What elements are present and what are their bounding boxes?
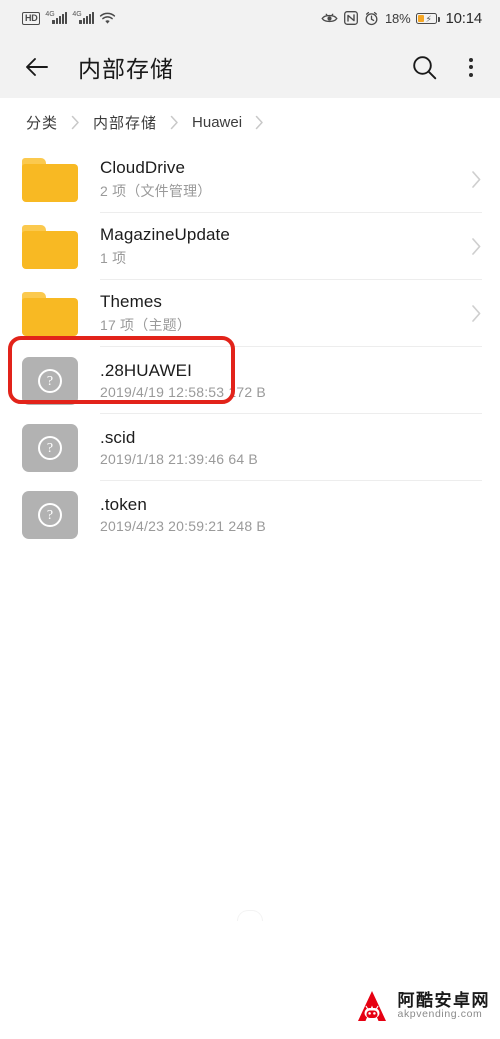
list-item-meta: 2019/4/19 12:58:53 172 B: [100, 384, 266, 400]
signal-sim1-icon: 4G: [45, 11, 68, 24]
unknown-file-icon: ?: [22, 490, 78, 539]
list-item-text: .token 2019/4/23 20:59:21 248 B: [100, 495, 266, 534]
battery-icon: ⚡: [416, 12, 440, 24]
breadcrumb-item-0[interactable]: 分类: [24, 112, 60, 133]
hd-icon: HD: [22, 11, 41, 25]
folder-icon: [22, 291, 78, 336]
list-item-meta: 17 项（主题）: [100, 317, 192, 333]
list-item-text: .28HUAWEI 2019/4/19 12:58:53 172 B: [100, 361, 266, 400]
list-item[interactable]: ? .token 2019/4/23 20:59:21 248 B: [0, 481, 500, 548]
list-item-meta: 1 项: [100, 250, 127, 266]
navigation-hint: [0, 910, 500, 921]
overflow-menu-icon[interactable]: [464, 54, 478, 81]
folder-icon: [22, 157, 78, 202]
list-item-meta: 2 项（文件管理）: [100, 183, 212, 199]
clock-label: 10:14: [445, 9, 482, 27]
battery-percent-label: 18%: [385, 10, 411, 26]
watermark-site-url: akpvending.com: [397, 1008, 483, 1021]
watermark: 阿酷安卓网 akpvending.com: [353, 987, 491, 1025]
list-item-name: CloudDrive: [100, 158, 186, 177]
list-item-text: .scid 2019/1/18 21:39:46 64 B: [100, 428, 258, 467]
chevron-right-icon: [62, 115, 89, 130]
android-a-logo: [353, 987, 391, 1025]
list-item[interactable]: CloudDrive 2 项（文件管理）: [0, 146, 500, 213]
alarm-clock-icon: [364, 11, 379, 26]
list-item-meta: 2019/1/18 21:39:46 64 B: [100, 451, 258, 467]
network-type-sim1-label: 4G: [45, 11, 55, 18]
network-type-sim2-label: 4G: [72, 11, 82, 18]
breadcrumb: 分类 内部存储 Huawei: [0, 98, 500, 146]
list-item-text: MagazineUpdate 1 项: [100, 225, 230, 268]
list-item-themes[interactable]: Themes 17 项（主题）: [0, 280, 500, 347]
list-item-name: .token: [100, 495, 147, 514]
unknown-file-icon: ?: [22, 356, 78, 405]
chevron-right-icon: [471, 170, 482, 189]
list-item-text: Themes 17 项（主题）: [100, 292, 191, 335]
breadcrumb-item-2[interactable]: Huawei: [190, 114, 244, 131]
file-list: CloudDrive 2 项（文件管理） MagazineUpdate 1 项 …: [0, 146, 500, 548]
nav-pill-icon: [237, 910, 263, 921]
page-title: 内部存储: [78, 56, 174, 82]
list-item-name: MagazineUpdate: [100, 225, 230, 244]
signal-sim2-icon: 4G: [72, 11, 95, 24]
wifi-icon: [99, 12, 116, 25]
status-bar-right: 18% ⚡ 10:14: [321, 10, 482, 27]
status-bar-left: HD 4G 4G: [22, 11, 116, 25]
list-item-name: .scid: [100, 428, 136, 447]
phone-screen: HD 4G 4G 18% ⚡ 10:14 内部存储 分类 内部存储 Huawei…: [0, 0, 500, 1039]
watermark-site-name: 阿酷安卓网: [397, 990, 490, 1010]
watermark-text: 阿酷安卓网 akpvending.com: [397, 990, 491, 1021]
list-item[interactable]: MagazineUpdate 1 项: [0, 213, 500, 280]
chevron-right-icon: [471, 237, 482, 256]
breadcrumb-item-1[interactable]: 内部存储: [91, 112, 159, 133]
back-arrow-icon[interactable]: [24, 54, 50, 80]
list-item[interactable]: ? .scid 2019/1/18 21:39:46 64 B: [0, 414, 500, 481]
unknown-file-icon: ?: [22, 423, 78, 472]
chevron-right-icon: [471, 304, 482, 323]
chevron-right-icon: [161, 115, 188, 130]
search-icon[interactable]: [411, 54, 438, 81]
list-item-text: CloudDrive 2 项（文件管理）: [100, 158, 211, 201]
list-item[interactable]: ? .28HUAWEI 2019/4/19 12:58:53 172 B: [0, 347, 500, 414]
list-item-meta: 2019/4/23 20:59:21 248 B: [100, 518, 266, 534]
folder-icon: [22, 224, 78, 269]
chevron-right-icon: [246, 115, 273, 130]
app-bar: 内部存储: [0, 36, 500, 98]
list-item-name: Themes: [100, 292, 163, 311]
nfc-icon: [344, 11, 358, 25]
app-bar-actions: [411, 54, 478, 81]
eye-comfort-icon: [321, 12, 338, 25]
status-bar: HD 4G 4G 18% ⚡ 10:14: [0, 0, 500, 36]
list-item-name: .28HUAWEI: [100, 361, 192, 380]
